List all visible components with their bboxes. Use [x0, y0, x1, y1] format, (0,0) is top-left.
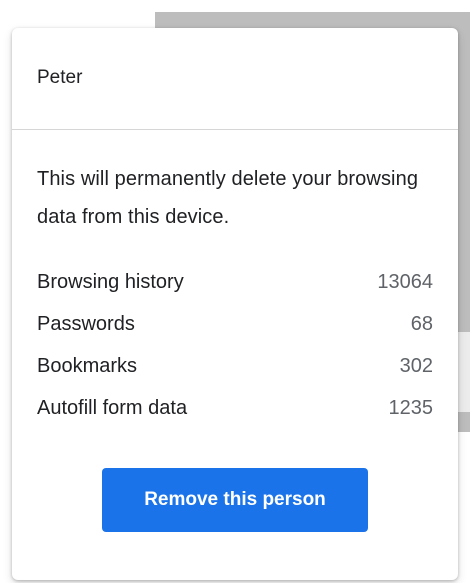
- dialog-actions: Remove this person: [37, 468, 433, 532]
- profile-name: Peter: [37, 67, 83, 88]
- stat-value: 13064: [377, 271, 433, 293]
- stat-label: Browsing history: [37, 271, 184, 293]
- browsing-data-stats: Browsing history 13064 Passwords 68 Book…: [37, 261, 433, 429]
- delete-warning-text: This will permanently delete your browsi…: [37, 168, 419, 228]
- stat-value: 68: [410, 313, 433, 335]
- stat-label: Bookmarks: [37, 355, 138, 377]
- stat-value: 302: [399, 355, 433, 377]
- screen: Peter This will permanently delete your …: [0, 0, 470, 583]
- remove-person-dialog: Peter This will permanently delete your …: [12, 28, 458, 580]
- stat-row-browsing-history: Browsing history 13064: [37, 261, 433, 303]
- stat-row-bookmarks: Bookmarks 302: [37, 345, 433, 387]
- stat-label: Passwords: [37, 313, 135, 335]
- dialog-header: Peter: [12, 28, 458, 130]
- remove-this-person-button[interactable]: Remove this person: [102, 468, 368, 532]
- dialog-body: This will permanently delete your browsi…: [12, 130, 458, 532]
- stat-row-autofill-form-data: Autofill form data 1235: [37, 387, 433, 429]
- stat-label: Autofill form data: [37, 397, 188, 419]
- stat-row-passwords: Passwords 68: [37, 303, 433, 345]
- stat-value: 1235: [388, 397, 434, 419]
